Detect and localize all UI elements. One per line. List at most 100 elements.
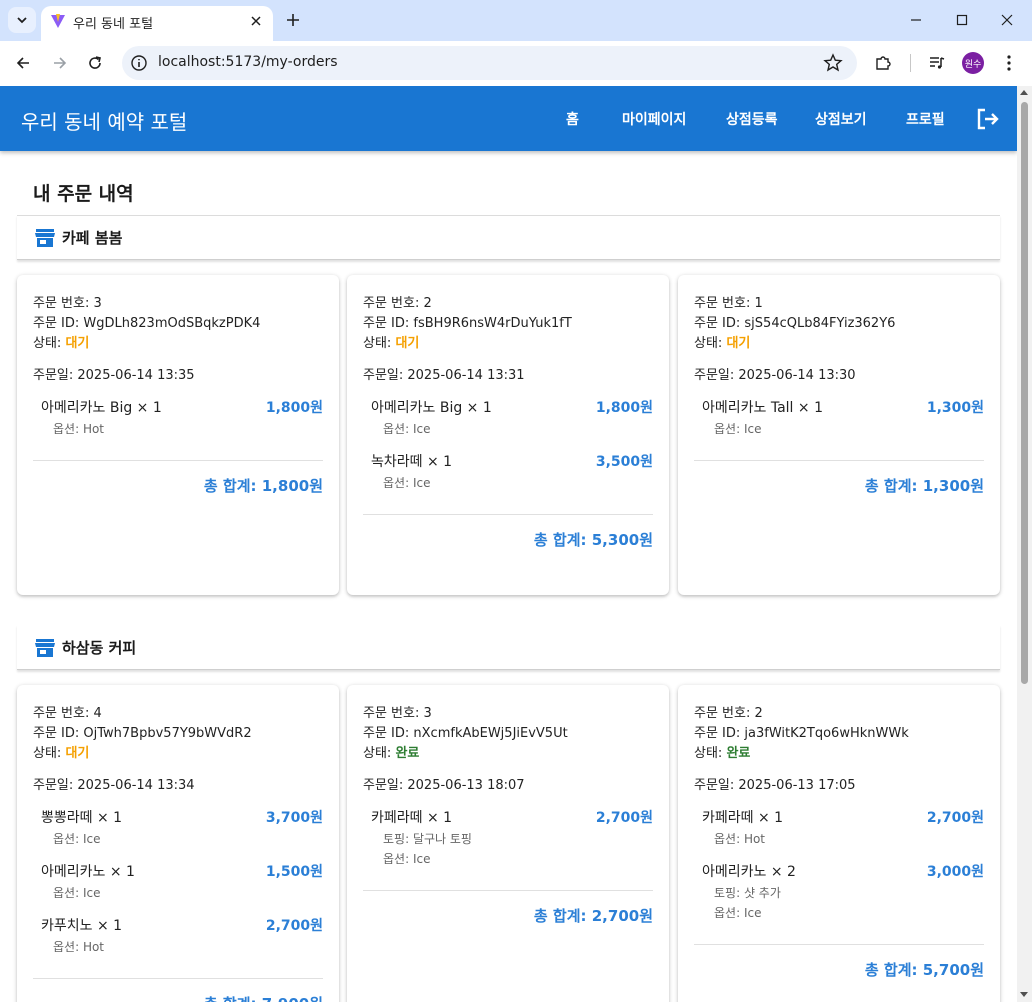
order-card: 주문 번호: 2 주문 ID: fsBH9R6nsW4rDuYuk1fT 상태:… [347,275,669,595]
order-date: 주문일: 2025-06-14 13:31 [363,368,525,383]
nav-link-home[interactable]: 홈 [566,109,579,129]
item-price: 3,500원 [595,454,653,470]
new-tab-button[interactable] [282,9,304,31]
nav-link-store-list[interactable]: 상점보기 [815,109,867,129]
order-status: 상태: 완료 [694,746,751,761]
order-id: 주문 ID: WgDLh823mOdSBqkzPDK4 [33,316,261,331]
status-badge: 완료 [395,746,420,761]
bookmark-star-icon[interactable] [823,53,843,73]
item-price: 1,800원 [265,400,323,416]
status-badge: 대기 [65,336,90,351]
app-title[interactable]: 우리 동네 예약 포털 [21,106,187,135]
item-price: 2,700원 [265,918,323,934]
order-id: 주문 ID: fsBH9R6nsW4rDuYuk1fT [363,316,572,331]
reload-icon [89,56,101,69]
order-number: 주문 번호: 3 [33,296,102,311]
order-total: 총 합계: 1,300원 [864,477,984,495]
puzzle-icon [876,56,891,70]
order-number: 주문 번호: 3 [363,706,432,721]
scrollbar[interactable] [1017,86,1032,1002]
profile-avatar[interactable]: 원수 [962,52,984,74]
order-id: 주문 ID: sjS54cQLb84FYiz362Y6 [694,316,896,331]
item-option: 옵션: Hot [714,832,766,846]
minimize-icon [911,19,921,21]
arrow-right-icon [54,57,67,69]
order-id: 주문 ID: OjTwh7Bpbv57Y9bWVdR2 [33,726,252,741]
item-option: 옵션: Ice [383,476,431,490]
item-option: 옵션: Hot [53,940,105,954]
order-number: 주문 번호: 4 [33,706,102,721]
divider [694,460,984,461]
scrollbar-thumb[interactable] [1021,102,1028,684]
back-button[interactable] [9,49,37,77]
item-option: 옵션: Ice [53,832,101,846]
scroll-down-arrow-icon[interactable] [1020,992,1028,997]
plus-icon [287,14,299,26]
order-status: 상태: 대기 [33,746,90,761]
browser-tab[interactable]: 우리 동네 포털 [41,6,273,41]
extensions-button[interactable] [871,51,895,75]
media-control-button[interactable] [925,51,949,75]
order-status: 상태: 대기 [33,336,90,351]
nav-link-store-register[interactable]: 상점등록 [726,109,778,129]
order-date: 주문일: 2025-06-13 17:05 [694,778,856,793]
logout-icon[interactable] [975,106,1001,132]
item-price: 1,800원 [595,400,653,416]
forward-button[interactable] [46,49,74,77]
order-card: 주문 번호: 1 주문 ID: sjS54cQLb84FYiz362Y6 상태:… [678,275,1000,595]
order-card: 주문 번호: 3 주문 ID: nXcmfkAbEWj5JiEvV5Ut 상태:… [347,685,669,1002]
store-header: 카페 봄봄 [17,215,1000,260]
app-header: 우리 동네 예약 포털 홈 마이페이지 상점등록 상점보기 프로필 [0,86,1017,151]
tab-close-button[interactable] [247,12,265,30]
browser-menu-button[interactable] [997,51,1021,75]
url-text[interactable]: localhost:5173/my-orders [158,54,338,70]
address-bar[interactable]: localhost:5173/my-orders [122,46,857,80]
order-date: 주문일: 2025-06-14 13:34 [33,778,195,793]
order-status: 상태: 완료 [363,746,420,761]
item-option: 옵션: Ice [383,852,431,866]
item-option: 옵션: Ice [714,422,762,436]
site-info-icon[interactable] [130,54,148,72]
order-total: 총 합계: 5,700원 [864,961,984,979]
order-total: 총 합계: 2,700원 [533,907,653,925]
divider [363,514,653,515]
item-name: 아메리카노 × 2 [702,864,796,880]
item-name: 녹차라떼 × 1 [371,454,453,470]
tab-title: 우리 동네 포털 [73,17,154,32]
reload-button[interactable] [81,49,109,77]
store-header: 하삼동 커피 [17,625,1000,670]
tab-search-button[interactable] [8,7,36,33]
divider [33,978,323,979]
item-option: 옵션: Ice [383,422,431,436]
browser-toolbar: localhost:5173/my-orders [0,41,1032,86]
maximize-button[interactable] [948,6,976,34]
item-name: 아메리카노 × 1 [41,864,135,880]
order-id: 주문 ID: nXcmfkAbEWj5JiEvV5Ut [363,726,568,741]
item-name: 아메리카노 Big × 1 [371,400,492,416]
item-option: 옵션: Ice [714,906,762,920]
item-option: 옵션: Ice [53,886,101,900]
order-status: 상태: 대기 [363,336,420,351]
order-total: 총 합계: 7,900원 [204,993,323,1002]
order-card: 주문 번호: 4 주문 ID: OjTwh7Bpbv57Y9bWVdR2 상태:… [17,685,339,1002]
minimize-button[interactable] [902,6,930,34]
close-window-button[interactable] [993,6,1021,34]
order-status: 상태: 대기 [694,336,751,351]
store-icon [35,229,55,247]
item-price: 1,500원 [265,864,323,880]
order-total: 총 합계: 1,800원 [203,477,323,495]
more-vert-icon [1007,55,1011,71]
vite-favicon-icon [51,14,65,28]
playlist-icon [930,57,945,69]
order-date: 주문일: 2025-06-14 13:30 [694,368,856,383]
item-name: 뽕뽕라떼 × 1 [41,810,123,826]
status-badge: 대기 [395,336,420,351]
nav-link-mypage[interactable]: 마이페이지 [622,109,686,129]
nav-link-profile[interactable]: 프로필 [906,109,945,129]
order-id: 주문 ID: ja3fWitK2Tqo6wHknWWk [694,726,909,741]
store-name: 카페 봄봄 [62,229,123,247]
item-name: 카페라떼 × 1 [702,810,784,826]
order-number: 주문 번호: 1 [694,296,763,311]
scroll-up-arrow-icon[interactable] [1020,90,1028,95]
status-badge: 대기 [726,336,751,351]
